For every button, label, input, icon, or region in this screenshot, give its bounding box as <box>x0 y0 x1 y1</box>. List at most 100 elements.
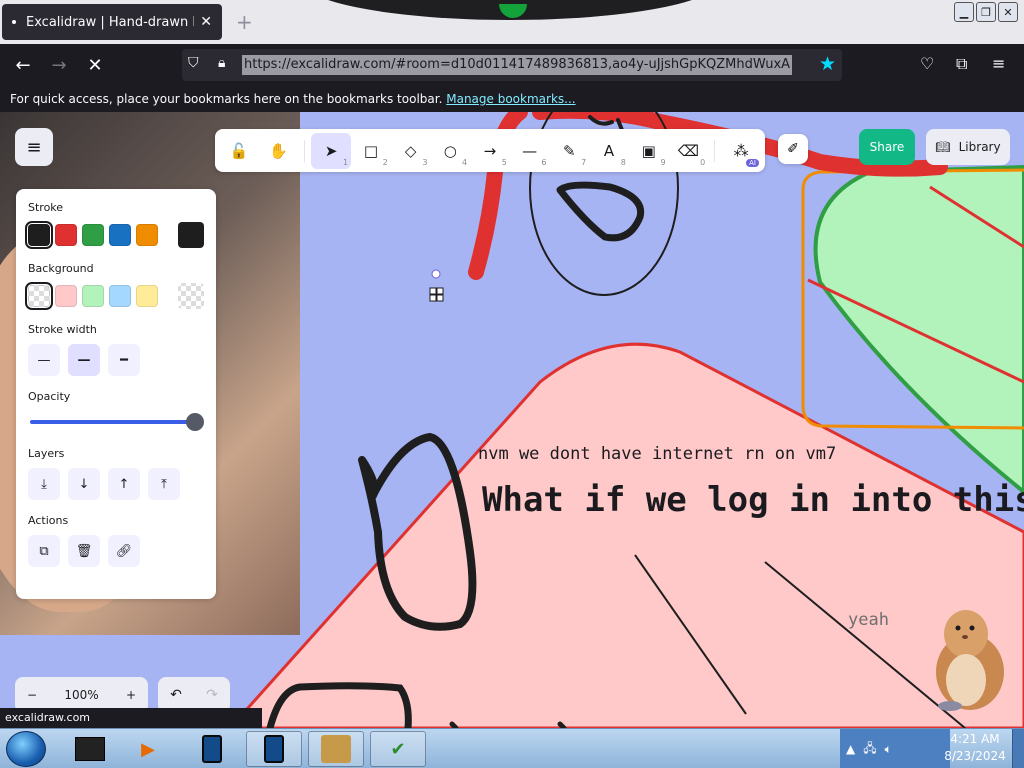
lock-tool-button[interactable]: 🔓 <box>219 133 259 169</box>
send-backward-icon[interactable]: ↓ <box>68 468 100 500</box>
taskbar-tablet-app-active[interactable] <box>246 731 302 767</box>
ai-badge: AI <box>746 158 759 167</box>
taskbar-clock[interactable]: 4:21 AM 8/23/2024 <box>940 731 1010 767</box>
diamond-tool-button[interactable]: ◇ 3 <box>391 133 431 169</box>
shield-icon[interactable]: ⛉ <box>188 55 206 75</box>
selection-tool-button[interactable]: ➤ 1 <box>311 132 352 169</box>
volume-icon[interactable]: 🔈︎ <box>885 742 892 757</box>
minimize-button[interactable]: ▁ <box>954 2 974 22</box>
network-icon[interactable]: 🖧︎ <box>863 739 876 760</box>
zoom-value[interactable]: 100% <box>64 688 98 702</box>
stroke-bold-button[interactable]: — <box>68 344 100 376</box>
stroke-label: Stroke <box>28 201 64 214</box>
canvas-text-line1[interactable]: nvm we dont have internet rn on vm7 <box>478 444 836 464</box>
arrow-tool-button[interactable]: → 5 <box>470 133 510 169</box>
ellipse-tool-button[interactable]: ○ 4 <box>430 133 470 169</box>
star-icon[interactable]: ★ <box>819 53 836 75</box>
tab-close-icon[interactable]: ✕ <box>200 14 212 30</box>
tray-arrow-icon[interactable]: ▲ <box>846 742 855 756</box>
show-desktop-button[interactable] <box>1012 729 1024 768</box>
close-window-button[interactable]: ✕ <box>998 2 1018 22</box>
back-icon[interactable]: ← <box>10 52 36 78</box>
forward-icon[interactable]: → <box>46 52 72 78</box>
extensions-icon[interactable]: ⧉ <box>956 54 967 74</box>
taskbar-app-checkmark[interactable]: ✔ <box>370 731 426 767</box>
canvas-text-line3[interactable]: yeah <box>848 610 889 630</box>
eye-stroke <box>556 181 645 242</box>
tools-toolbar: 🔓 ✋ ➤ 1 □ 2 ◇ 3 ○ 4 → 5—6 ✎ 7 A 8 ▣ 9 ⌫ 0 ⁂ AI <box>215 129 765 172</box>
text-tool-button[interactable]: A8 <box>589 133 629 169</box>
zoom-in-button[interactable]: + <box>126 688 136 702</box>
bookmarks-message: For quick access, place your bookmarks h… <box>10 92 443 106</box>
clock-date: 8/23/2024 <box>944 749 1006 763</box>
delete-icon[interactable]: 🗑︎ <box>68 535 100 567</box>
duplicate-icon[interactable]: ⧉ <box>28 535 60 567</box>
background-color-swatch[interactable] <box>109 285 131 307</box>
background-color-swatch[interactable] <box>136 285 158 307</box>
undo-button[interactable]: ↶ <box>170 687 182 703</box>
manage-bookmarks-link[interactable]: Manage bookmarks... <box>446 92 575 106</box>
background-color-swatch[interactable] <box>55 285 77 307</box>
hand-tool-button[interactable]: ✋ <box>259 133 299 169</box>
line-tool-button[interactable]: —6 <box>510 133 550 169</box>
background-color-swatch[interactable] <box>25 282 53 310</box>
laser-pointer-button[interactable]: ✐ <box>778 134 808 164</box>
bring-to-front-icon[interactable]: ⤒ <box>148 468 180 500</box>
background-color-picker[interactable] <box>178 283 204 309</box>
more-tools-tool-button[interactable]: ⁂ AI <box>721 133 761 169</box>
stop-icon[interactable]: ✕ <box>82 52 108 78</box>
library-button[interactable]: 📖︎ Library <box>926 129 1010 165</box>
bring-forward-icon[interactable]: ↑ <box>108 468 140 500</box>
url-bar[interactable]: ⛉ 🔒︎ https://excalidraw.com/#room=d10d01… <box>182 49 842 81</box>
hamster-sticker <box>936 610 1004 711</box>
stroke-color-swatch[interactable] <box>109 224 131 246</box>
stroke-color-swatch[interactable] <box>55 224 77 246</box>
eraser-tool-button[interactable]: ⌫ 0 <box>669 133 709 169</box>
layers-label: Layers <box>28 447 65 460</box>
stroke-color-swatch[interactable] <box>136 224 158 246</box>
canvas-text-line2[interactable]: What if we log in into this in <box>482 480 1024 520</box>
stroke-extra-bold-button[interactable]: ━ <box>108 344 140 376</box>
taskbar-tablet-app[interactable] <box>184 731 240 767</box>
url-text[interactable]: https://excalidraw.com/#room=d10d0114174… <box>242 55 793 75</box>
taskbar-terminal-app[interactable] <box>62 731 118 767</box>
stroke-color-swatch[interactable] <box>25 221 53 249</box>
laser-icon: ✐ <box>787 141 799 157</box>
eraser-icon: ⌫ <box>677 141 700 160</box>
start-button[interactable] <box>6 731 46 767</box>
opacity-slider[interactable] <box>28 411 204 433</box>
tab-excalidraw[interactable]: Excalidraw | Hand-drawn look & feel ✕ <box>2 4 222 40</box>
opacity-thumb[interactable] <box>186 413 204 431</box>
move-handle <box>429 287 444 302</box>
restore-button[interactable]: ❐ <box>976 2 996 22</box>
stroke-color-swatch[interactable] <box>82 224 104 246</box>
image-icon: ▣ <box>641 141 656 160</box>
layers-section: Layers ⤓ ↓ ↑ ⤒ <box>28 447 204 500</box>
background-color-swatch[interactable] <box>82 285 104 307</box>
new-tab-button[interactable]: + <box>236 10 253 34</box>
rotation-handle <box>431 269 441 279</box>
stroke-color-picker[interactable] <box>178 222 204 248</box>
link-icon[interactable]: 🔗︎ <box>108 535 140 567</box>
redo-button[interactable]: ↷ <box>206 687 218 703</box>
send-to-back-icon[interactable]: ⤓ <box>28 468 60 500</box>
lock-icon[interactable]: 🔒︎ <box>218 55 236 75</box>
image-tool-button[interactable]: ▣ 9 <box>629 133 669 169</box>
pocket-icon[interactable]: ♡ <box>920 54 934 73</box>
draw-tool-button[interactable]: ✎ 7 <box>550 133 590 169</box>
background-label: Background <box>28 262 94 275</box>
main-menu-button[interactable]: ≡ <box>15 128 53 166</box>
share-button[interactable]: Share <box>859 129 915 165</box>
taskbar-box-app[interactable] <box>308 731 364 767</box>
tool-shortcut-number: 8 <box>620 157 626 167</box>
tool-shortcut-number: 9 <box>660 157 666 167</box>
zoom-out-button[interactable]: − <box>27 688 37 702</box>
opacity-section: Opacity <box>28 390 204 433</box>
menu-icon[interactable]: ≡ <box>992 54 1005 73</box>
excalidraw-canvas[interactable]: nvm we dont have internet rn on vm7 What… <box>0 112 1024 728</box>
browser-tab-bar: Excalidraw | Hand-drawn look & feel ✕ + … <box>0 0 1024 44</box>
taskbar-media-player-app[interactable]: ▶ <box>120 731 176 767</box>
rectangle-tool-button[interactable]: □ 2 <box>351 133 391 169</box>
stroke-thin-button[interactable]: — <box>28 344 60 376</box>
selection-icon: ➤ <box>324 141 338 160</box>
